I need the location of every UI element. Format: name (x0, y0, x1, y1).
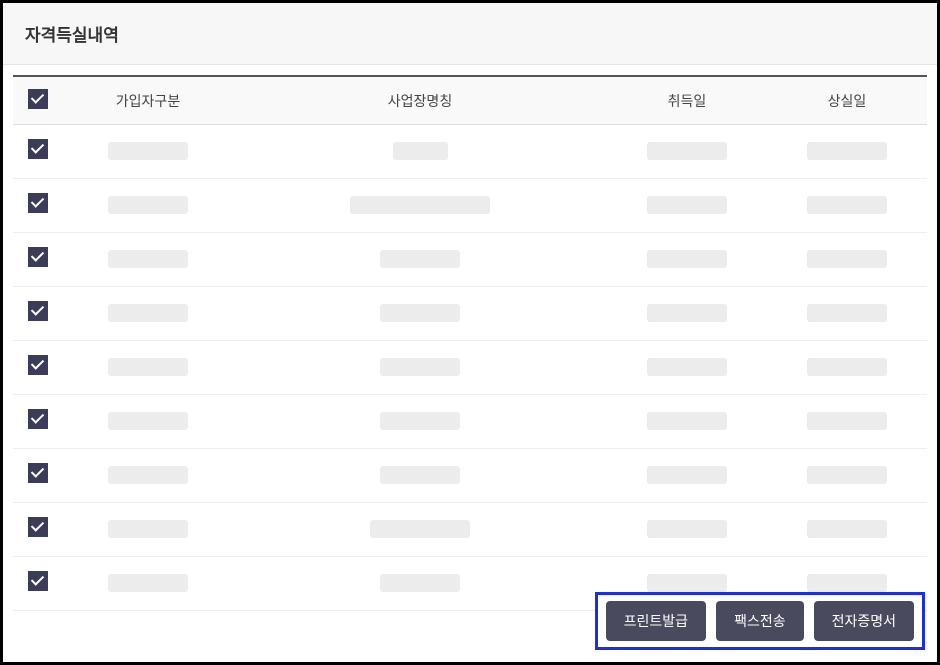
table-row (13, 233, 927, 287)
redacted-cell (108, 412, 188, 430)
redacted-cell (647, 520, 727, 538)
select-all-checkbox[interactable] (28, 89, 48, 109)
table-row (13, 395, 927, 449)
row-checkbox[interactable] (28, 247, 48, 267)
row-checkbox[interactable] (28, 139, 48, 159)
redacted-cell (807, 250, 887, 268)
redacted-cell (350, 196, 490, 214)
redacted-cell (380, 304, 460, 322)
redacted-cell (108, 304, 188, 322)
redacted-cell (807, 466, 887, 484)
redacted-cell (807, 196, 887, 214)
row-checkbox[interactable] (28, 463, 48, 483)
redacted-cell (647, 142, 727, 160)
redacted-cell (807, 574, 887, 592)
table-row (13, 449, 927, 503)
history-table: 가입자구분 사업장명칭 취득일 상실일 (13, 75, 927, 611)
redacted-cell (108, 574, 188, 592)
fax-button[interactable]: 팩스전송 (716, 601, 804, 641)
header-name: 사업장명칭 (233, 76, 607, 125)
redacted-cell (647, 196, 727, 214)
row-checkbox[interactable] (28, 193, 48, 213)
redacted-cell (370, 520, 470, 538)
action-bar: 프린트발급 팩스전송 전자증명서 (595, 592, 925, 650)
redacted-cell (647, 466, 727, 484)
redacted-cell (647, 574, 727, 592)
redacted-cell (393, 142, 448, 160)
redacted-cell (108, 196, 188, 214)
redacted-cell (108, 142, 188, 160)
redacted-cell (807, 304, 887, 322)
redacted-cell (380, 358, 460, 376)
table-row (13, 179, 927, 233)
print-button[interactable]: 프린트발급 (606, 601, 706, 641)
redacted-cell (807, 142, 887, 160)
redacted-cell (647, 250, 727, 268)
table-row (13, 341, 927, 395)
table-row (13, 503, 927, 557)
redacted-cell (108, 520, 188, 538)
content-area: 가입자구분 사업장명칭 취득일 상실일 (3, 65, 937, 611)
redacted-cell (108, 466, 188, 484)
row-checkbox[interactable] (28, 355, 48, 375)
header-lost: 상실일 (767, 76, 927, 125)
redacted-cell (647, 358, 727, 376)
redacted-cell (108, 250, 188, 268)
ecert-button[interactable]: 전자증명서 (814, 601, 914, 641)
redacted-cell (647, 304, 727, 322)
panel-header: 자격득실내역 (3, 3, 937, 65)
header-type: 가입자구분 (63, 76, 233, 125)
row-checkbox[interactable] (28, 571, 48, 591)
row-checkbox[interactable] (28, 517, 48, 537)
redacted-cell (807, 520, 887, 538)
redacted-cell (380, 574, 460, 592)
redacted-cell (380, 250, 460, 268)
header-acquired: 취득일 (607, 76, 767, 125)
redacted-cell (380, 412, 460, 430)
redacted-cell (380, 466, 460, 484)
redacted-cell (807, 358, 887, 376)
redacted-cell (647, 412, 727, 430)
row-checkbox[interactable] (28, 409, 48, 429)
row-checkbox[interactable] (28, 301, 48, 321)
panel-title: 자격득실내역 (25, 21, 915, 46)
table-row (13, 287, 927, 341)
table-row (13, 125, 927, 179)
redacted-cell (108, 358, 188, 376)
redacted-cell (807, 412, 887, 430)
